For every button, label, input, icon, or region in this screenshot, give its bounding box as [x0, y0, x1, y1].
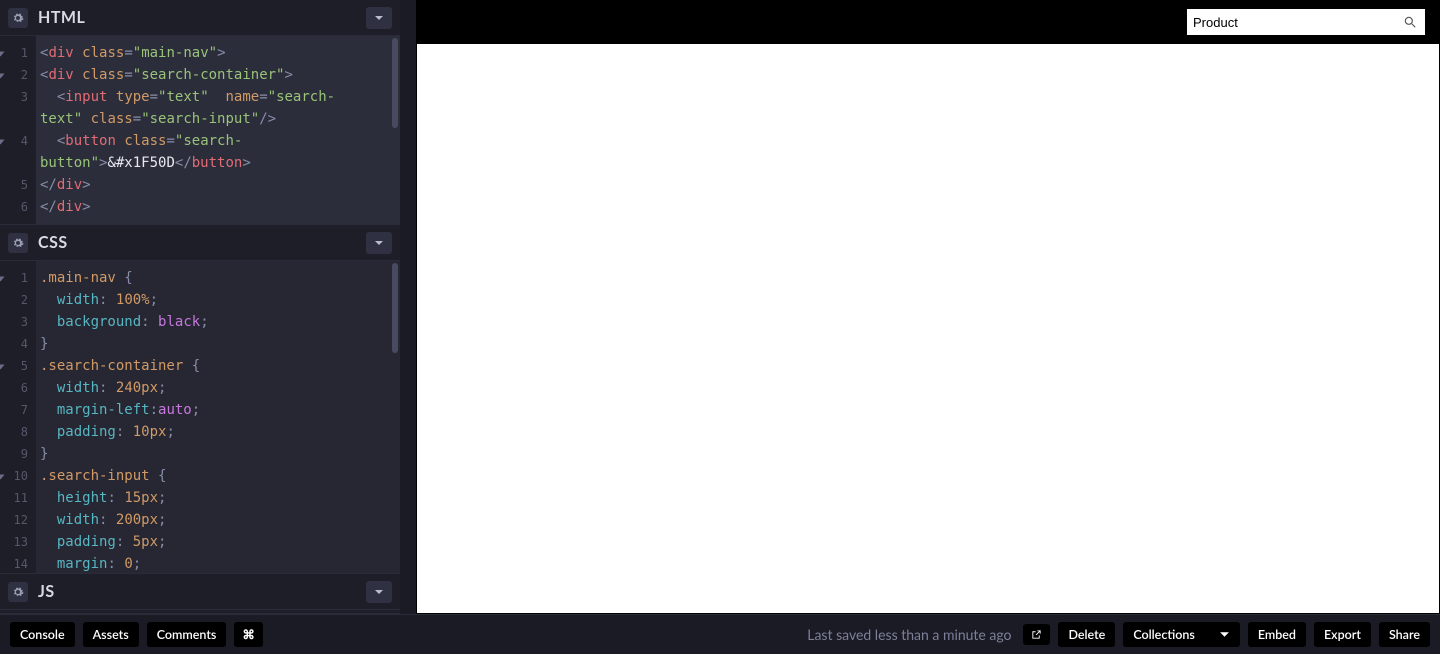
- html-panel-title: HTML: [38, 8, 85, 27]
- html-gutter: 123456: [0, 36, 36, 224]
- chevron-down-icon: [374, 238, 384, 248]
- export-button[interactable]: Export: [1314, 622, 1371, 647]
- js-settings-button[interactable]: [8, 582, 28, 602]
- shortcuts-button[interactable]: ⌘: [234, 622, 263, 647]
- editor-column: HTML 123456 <div class="main-nav"><div c…: [0, 0, 400, 614]
- js-panel-title: JS: [38, 582, 55, 601]
- collections-label: Collections: [1133, 627, 1195, 642]
- gear-icon: [12, 586, 24, 598]
- console-button[interactable]: Console: [10, 622, 75, 647]
- preview-search-input[interactable]: [1193, 12, 1395, 32]
- scrollbar[interactable]: [392, 38, 398, 128]
- open-external-button[interactable]: [1023, 624, 1050, 645]
- css-panel-header: CSS: [0, 225, 400, 261]
- delete-button[interactable]: Delete: [1058, 622, 1115, 647]
- embed-button[interactable]: Embed: [1248, 622, 1306, 647]
- js-panel: JS: [0, 574, 400, 614]
- js-panel-header: JS: [0, 574, 400, 610]
- chevron-down-icon: [374, 13, 384, 23]
- assets-button[interactable]: Assets: [83, 622, 139, 647]
- css-panel: CSS 1234567891011121314 .main-nav { widt…: [0, 225, 400, 574]
- search-icon: [1403, 15, 1417, 29]
- preview-pane: [416, 0, 1440, 614]
- external-link-icon: [1031, 629, 1042, 640]
- html-panel: HTML 123456 <div class="main-nav"><div c…: [0, 0, 400, 225]
- chevron-down-icon: [374, 587, 384, 597]
- comments-button[interactable]: Comments: [147, 622, 227, 647]
- css-collapse-button[interactable]: [366, 232, 392, 254]
- css-code-editor[interactable]: 1234567891011121314 .main-nav { width: 1…: [0, 261, 400, 573]
- preview-search-button[interactable]: [1401, 13, 1419, 31]
- preview-search-container: [1187, 9, 1425, 35]
- css-gutter: 1234567891011121314: [0, 261, 36, 573]
- html-code-editor[interactable]: 123456 <div class="main-nav"><div class=…: [0, 36, 400, 224]
- html-code[interactable]: <div class="main-nav"><div class="search…: [36, 36, 400, 224]
- footer-bar: Console Assets Comments ⌘ Last saved les…: [0, 614, 1440, 654]
- css-panel-title: CSS: [38, 233, 68, 252]
- share-button[interactable]: Share: [1379, 622, 1430, 647]
- gear-icon: [12, 237, 24, 249]
- column-resizer[interactable]: [400, 0, 416, 614]
- js-collapse-button[interactable]: [366, 581, 392, 603]
- save-status: Last saved less than a minute ago: [807, 626, 1011, 643]
- html-panel-header: HTML: [0, 0, 400, 36]
- css-code[interactable]: .main-nav { width: 100%; background: bla…: [36, 261, 400, 573]
- css-settings-button[interactable]: [8, 233, 28, 253]
- html-settings-button[interactable]: [8, 8, 28, 28]
- chevron-down-icon: [1219, 629, 1230, 640]
- collections-button[interactable]: Collections: [1123, 622, 1240, 647]
- preview-main-nav: [417, 0, 1439, 44]
- gear-icon: [12, 12, 24, 24]
- scrollbar[interactable]: [392, 263, 398, 353]
- html-collapse-button[interactable]: [366, 7, 392, 29]
